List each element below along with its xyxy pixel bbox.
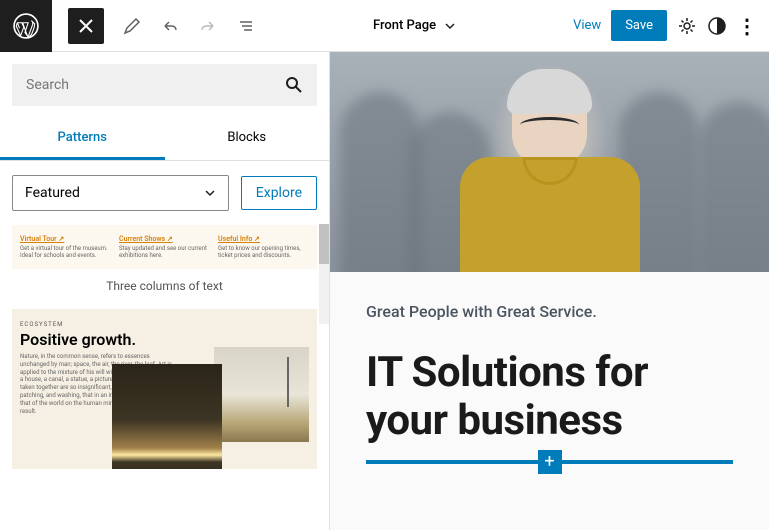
pattern-filter-row: Featured Explore bbox=[0, 161, 329, 225]
inserter-sidebar: Patterns Blocks Featured Explore Virtual… bbox=[0, 52, 330, 530]
top-toolbar: Front Page View Save ⋮ bbox=[0, 0, 769, 52]
chevron-down-icon bbox=[444, 20, 456, 32]
more-menu-icon[interactable]: ⋮ bbox=[737, 14, 757, 38]
publish-actions: View Save ⋮ bbox=[573, 10, 757, 41]
pattern-label: Three columns of text bbox=[12, 269, 317, 309]
pattern-preview-three-columns[interactable]: Virtual Tour ↗Get a virtual tour of the … bbox=[12, 225, 317, 269]
editor-canvas[interactable]: Great People with Great Service. IT Solu… bbox=[330, 52, 769, 530]
pattern-preview-positive-growth[interactable]: ECOSYSTEM Positive growth. Nature, in th… bbox=[12, 309, 317, 469]
tab-patterns[interactable]: Patterns bbox=[0, 118, 165, 160]
undo-icon[interactable] bbox=[160, 16, 180, 36]
chevron-down-icon bbox=[204, 187, 216, 199]
close-inserter-button[interactable] bbox=[68, 8, 104, 44]
scrollbar[interactable] bbox=[319, 224, 329, 324]
pattern-category-select[interactable]: Featured bbox=[12, 175, 229, 211]
wordpress-icon bbox=[13, 13, 39, 39]
settings-icon[interactable] bbox=[677, 16, 697, 36]
pattern-image bbox=[214, 347, 309, 442]
explore-button[interactable]: Explore bbox=[241, 176, 317, 210]
search-icon[interactable] bbox=[285, 76, 303, 94]
inserter-tabs: Patterns Blocks bbox=[0, 118, 329, 161]
save-button[interactable]: Save bbox=[611, 10, 667, 41]
add-block-button[interactable]: + bbox=[538, 450, 562, 474]
pattern-image bbox=[112, 364, 222, 469]
close-icon bbox=[79, 19, 93, 33]
search-bar bbox=[12, 64, 317, 106]
tab-blocks[interactable]: Blocks bbox=[165, 118, 330, 160]
headline-text[interactable]: IT Solutions for your business bbox=[366, 349, 733, 446]
list-view-icon[interactable] bbox=[236, 16, 256, 36]
subtitle-text[interactable]: Great People with Great Service. bbox=[366, 302, 733, 321]
search-input[interactable] bbox=[26, 77, 285, 93]
scrollbar-thumb[interactable] bbox=[319, 224, 329, 264]
document-title[interactable]: Front Page bbox=[373, 18, 456, 33]
redo-icon[interactable] bbox=[198, 16, 218, 36]
styles-icon[interactable] bbox=[707, 16, 727, 36]
wordpress-logo[interactable] bbox=[0, 0, 52, 52]
content-area: Great People with Great Service. IT Solu… bbox=[330, 272, 769, 494]
patterns-list: Virtual Tour ↗Get a virtual tour of the … bbox=[0, 225, 329, 530]
hero-image-block[interactable] bbox=[330, 52, 769, 272]
select-value: Featured bbox=[25, 185, 80, 201]
view-link[interactable]: View bbox=[573, 18, 601, 33]
block-appender-line: + bbox=[366, 460, 733, 464]
edit-icon[interactable] bbox=[122, 16, 142, 36]
page-title-text: Front Page bbox=[373, 18, 436, 33]
toolbar-tools bbox=[122, 16, 256, 36]
